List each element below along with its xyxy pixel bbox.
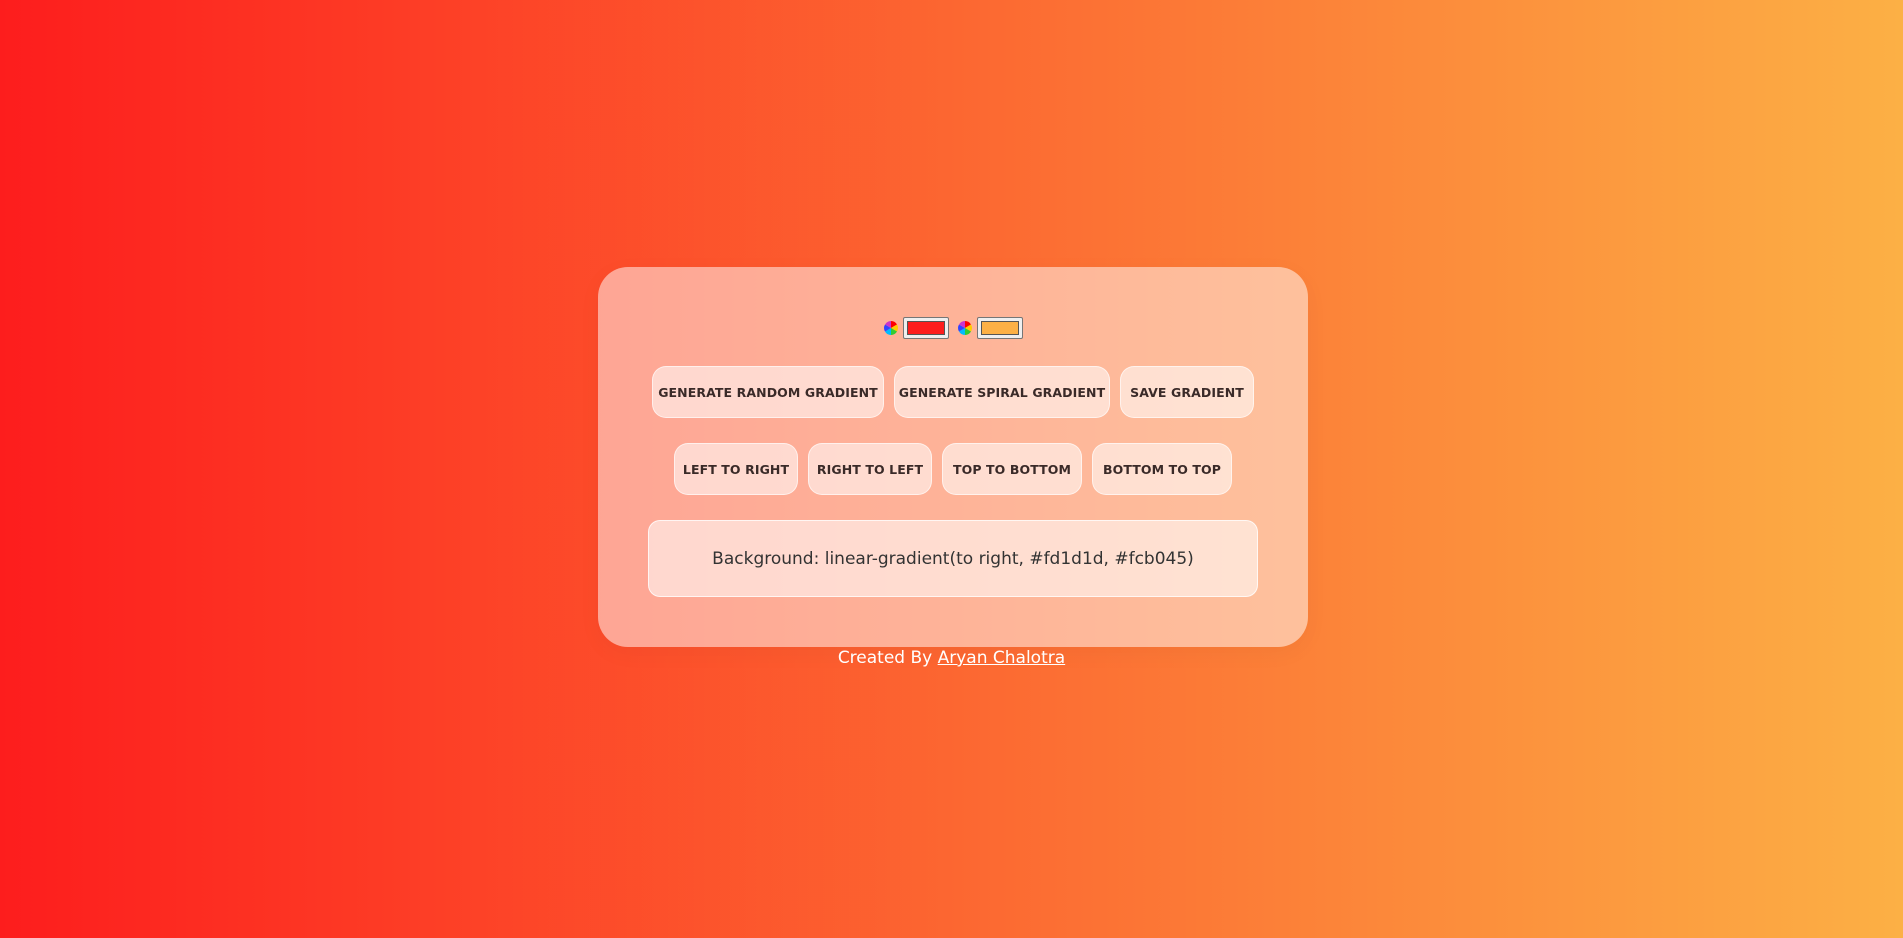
css-output-box[interactable]: Background: linear-gradient(to right, #f… xyxy=(648,520,1258,597)
left-to-right-button[interactable]: LEFT TO RIGHT xyxy=(674,443,798,495)
color-wheel-icon xyxy=(884,321,898,335)
color-pickers xyxy=(598,317,1308,339)
top-to-bottom-button[interactable]: TOP TO BOTTOM xyxy=(942,443,1082,495)
right-to-left-button[interactable]: RIGHT TO LEFT xyxy=(808,443,932,495)
end-color-swatch xyxy=(981,321,1019,335)
start-color-input[interactable] xyxy=(903,317,949,339)
save-gradient-button[interactable]: SAVE GRADIENT xyxy=(1120,366,1254,418)
end-color-input[interactable] xyxy=(977,317,1023,339)
bottom-to-top-button[interactable]: BOTTOM TO TOP xyxy=(1092,443,1232,495)
color-wheel-icon xyxy=(958,321,972,335)
credit-prefix: Created By xyxy=(837,648,938,668)
generate-spiral-gradient-button[interactable]: GENERATE SPIRAL GRADIENT xyxy=(894,366,1110,418)
css-output-text: Background: linear-gradient(to right, #f… xyxy=(712,548,1194,569)
generate-buttons-row: GENERATE RANDOM GRADIENT GENERATE SPIRAL… xyxy=(598,366,1308,418)
generate-random-gradient-button[interactable]: GENERATE RANDOM GRADIENT xyxy=(652,366,884,418)
start-color-picker[interactable] xyxy=(883,317,949,339)
author-link[interactable]: Aryan Chalotra xyxy=(938,648,1066,668)
direction-buttons-row: LEFT TO RIGHT RIGHT TO LEFT TOP TO BOTTO… xyxy=(598,443,1308,495)
footer-credit: Created By Aryan Chalotra xyxy=(0,648,1903,668)
gradient-generator-card: GENERATE RANDOM GRADIENT GENERATE SPIRAL… xyxy=(598,267,1308,647)
end-color-picker[interactable] xyxy=(957,317,1023,339)
start-color-swatch xyxy=(907,321,945,335)
